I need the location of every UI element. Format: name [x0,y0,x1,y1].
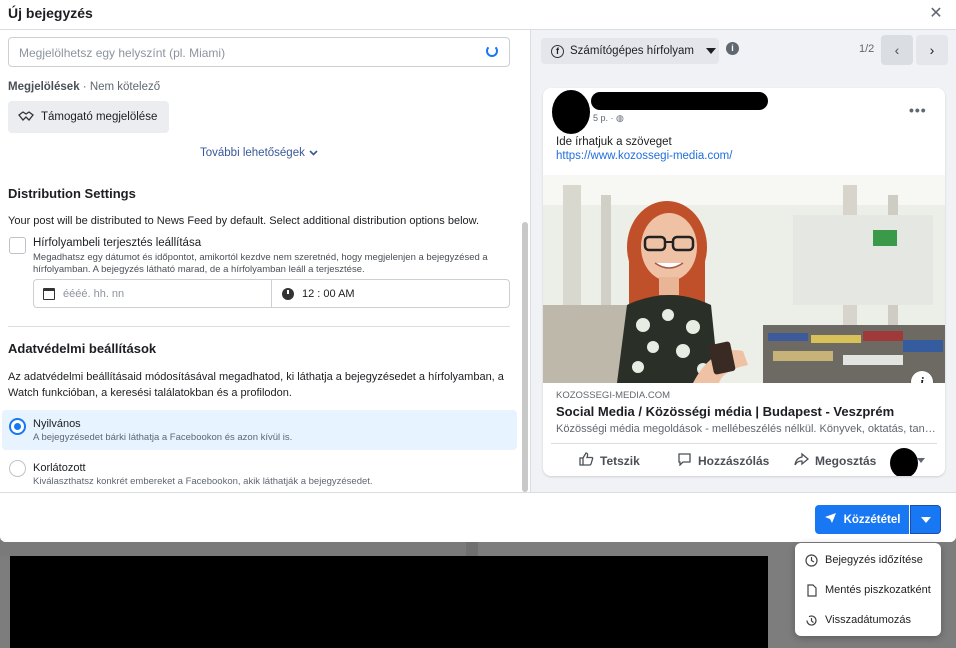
feed-stop-title: Hírfolyambeli terjesztés leállítása [33,237,202,249]
share-label: Megosztás [815,453,877,468]
public-radio[interactable] [9,418,26,435]
time-input[interactable]: 12 : 00 AM [272,280,509,307]
comment-icon [677,452,692,469]
comment-button[interactable]: Hozzászólás [677,452,769,469]
close-icon[interactable]: ✕ [926,4,946,24]
date-placeholder: éééé. hh. nn [63,287,125,300]
menu-item-backdate[interactable]: Visszadátumozás [795,605,941,635]
globe-icon: ◍ [616,113,624,123]
backdate-icon [805,614,818,627]
public-option-description: A bejegyzésedet bárki láthatja a Faceboo… [33,432,293,443]
chevron-left-icon[interactable]: ‹ [881,35,913,65]
new-post-modal: Új bejegyzés ✕ Megjelölhetsz egy helyszí… [0,0,956,542]
background-column [0,540,478,556]
menu-item-save-draft[interactable]: Mentés piszkozatként [795,575,941,605]
action-divider [551,443,937,444]
caret-down-icon[interactable] [917,458,925,463]
section-divider [8,326,510,327]
link-description: Közösségi média megoldások - mellébeszél… [556,423,936,435]
date-time-field: éééé. hh. nn 12 : 00 AM [33,279,510,308]
more-icon[interactable]: ••• [909,102,927,118]
info-icon[interactable]: i [726,42,739,55]
chevron-down-icon [309,147,318,159]
post-timestamp: 5 p. · ◍ [593,113,624,123]
privacy-settings-title: Adatvédelmi beállítások [8,341,157,356]
author-name-redacted [591,92,768,110]
schedule-icon [805,553,818,567]
feed-stop-checkbox[interactable] [9,237,26,254]
more-options-link[interactable]: További lehetőségek [200,147,318,159]
left-pane-scrollbar[interactable] [522,222,528,492]
tag-sponsor-button[interactable]: Támogató megjelölése [8,101,169,133]
modal-title: Új bejegyzés [8,5,93,21]
publish-button[interactable]: Közzététel [815,505,909,534]
avatar[interactable] [890,448,918,476]
comment-label: Hozzászólás [698,453,770,468]
date-input[interactable]: éééé. hh. nn [34,280,272,307]
feed-type-select[interactable]: f Számítógépes hírfolyam [541,38,719,64]
handshake-icon [18,109,34,125]
share-icon [794,452,810,469]
post-text: Ide írhatjuk a szöveget [556,136,672,148]
restricted-option-description: Kiválaszthatsz konkrét embereket a Faceb… [33,476,373,487]
post-settings-pane: Megjelölhetsz egy helyszínt (pl. Miami) … [0,30,530,492]
spinner-icon [486,45,498,57]
avatar [552,90,590,134]
background-redacted-area [10,556,768,648]
draft-icon [805,583,818,597]
restricted-option-title: Korlátozott [33,462,86,474]
caret-down-icon [706,48,717,54]
clock-icon [282,287,294,300]
tags-label: Megjelölések · Nem kötelező [8,81,161,93]
post-preview-card: 5 p. · ◍ ••• Ide írhatjuk a szöveget htt… [543,88,945,476]
link-preview-image[interactable]: i [543,175,945,383]
like-label: Tetszik [600,453,640,468]
menu-item-label: Visszadátumozás [825,614,912,626]
share-button[interactable]: Megosztás [794,452,876,469]
like-button[interactable]: Tetszik [579,452,640,469]
send-icon [824,512,837,527]
feed-stop-description: Megadhatsz egy dátumot és időpontot, ami… [33,252,488,275]
tag-sponsor-label: Támogató megjelölése [41,111,158,123]
restricted-radio[interactable] [9,460,26,477]
publish-options-button[interactable] [910,505,941,534]
calendar-icon [43,287,55,300]
preview-page-count: 1/2 [859,43,875,55]
distribution-settings-description: Your post will be distributed to News Fe… [8,215,480,227]
public-option-title: Nyilvános [33,418,81,430]
facebook-icon: f [551,44,564,58]
menu-item-label: Bejegyzés időzítése [825,554,923,566]
link-title[interactable]: Social Media / Közösségi média | Budapes… [556,404,894,419]
post-preview-pane: f Számítógépes hírfolyam i 1/2 ‹ › 5 p. … [530,30,956,492]
location-input[interactable]: Megjelölhetsz egy helyszínt (pl. Miami) [8,37,510,67]
menu-item-label: Mentés piszkozatként [825,584,931,596]
privacy-option-restricted[interactable]: Korlátozott Kiválaszthatsz konkrét ember… [2,454,517,490]
menu-item-schedule[interactable]: Bejegyzés időzítése [795,545,941,575]
more-options-label: További lehetőségek [200,147,305,159]
link-domain: KOZOSSEGI-MEDIA.COM [556,390,671,401]
publish-label: Közzététel [843,513,901,526]
like-icon [579,452,594,469]
chevron-right-icon[interactable]: › [916,35,948,65]
privacy-settings-description: Az adatvédelmi beállításaid módosításáva… [8,371,504,399]
feed-type-label: Számítógépes hírfolyam [570,45,695,57]
modal-header: Új bejegyzés ✕ [0,0,956,30]
privacy-option-public[interactable]: Nyilvános A bejegyzésedet bárki láthatja… [2,410,517,450]
publish-options-menu: Bejegyzés időzítése Mentés piszkozatként… [795,543,941,636]
distribution-settings-title: Distribution Settings [8,186,136,201]
post-link[interactable]: https://www.kozossegi-media.com/ [556,150,732,162]
time-value: 12 : 00 AM [302,287,355,300]
modal-footer: Közzététel [0,492,956,542]
